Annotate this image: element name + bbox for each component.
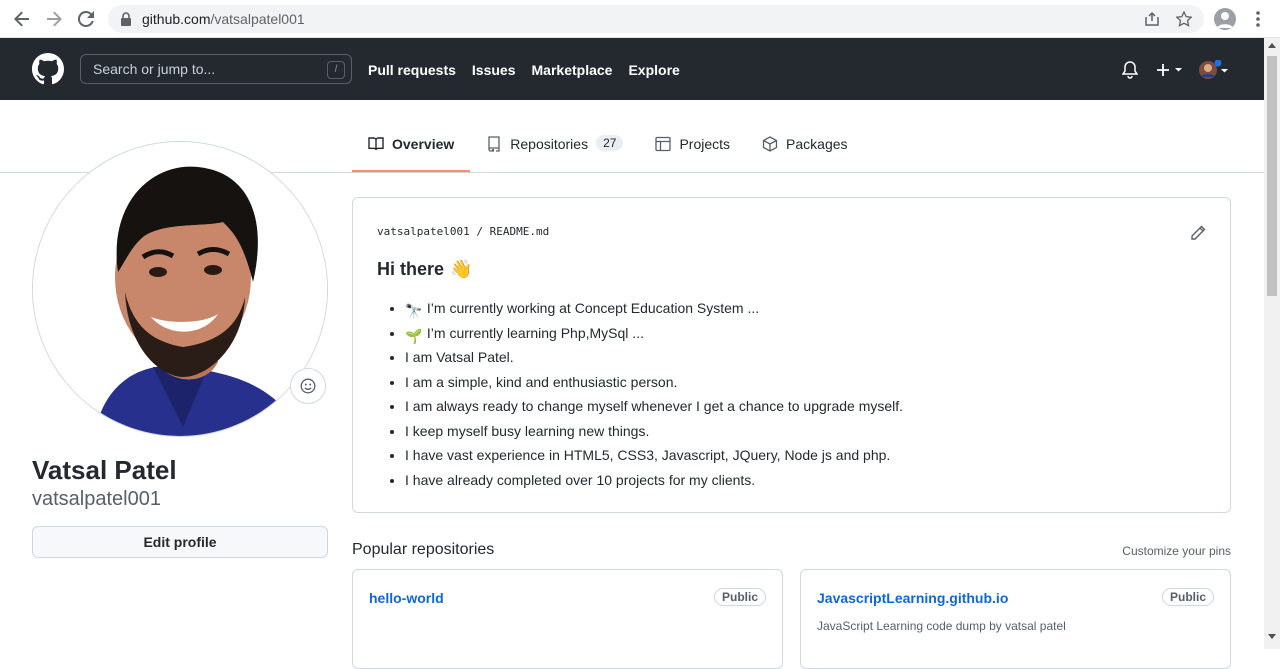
- repo-card: JavascriptLearning.github.io Public Java…: [800, 569, 1231, 669]
- book-icon: [368, 137, 384, 151]
- browser-toolbar: github.com/vatsalpatel001: [0, 0, 1280, 38]
- nav-marketplace[interactable]: Marketplace: [532, 62, 613, 78]
- search-input[interactable]: Search or jump to... /: [80, 54, 352, 84]
- repo-name-link[interactable]: hello-world: [369, 590, 444, 606]
- address-bar[interactable]: github.com/vatsalpatel001: [108, 5, 1204, 33]
- seedling-emoji: 🌱: [405, 327, 423, 344]
- list-item: I am a simple, kind and enthusiastic per…: [405, 371, 903, 396]
- profile-avatar[interactable]: [32, 141, 328, 437]
- share-icon[interactable]: [1144, 11, 1160, 27]
- nav-issues[interactable]: Issues: [472, 62, 516, 78]
- visibility-badge: Public: [713, 588, 766, 606]
- reload-icon: [78, 11, 94, 27]
- list-item: 🌱 I’m currently learning Php,MySql ...: [405, 322, 903, 347]
- list-item-text: I’m currently learning Php,MySql ...: [426, 324, 644, 341]
- profile-username: vatsalpatel001: [32, 488, 161, 510]
- scroll-down-icon[interactable]: [1268, 634, 1276, 640]
- url-host: github.com: [142, 11, 211, 27]
- tab-overview[interactable]: Overview: [352, 124, 471, 172]
- list-item: I am always ready to change myself whene…: [405, 395, 903, 420]
- list-item-text: I am Vatsal Patel.: [405, 349, 514, 365]
- list-item-text: I am always ready to change myself whene…: [405, 398, 904, 414]
- repo-name-link[interactable]: JavascriptLearning.github.io: [817, 590, 1008, 606]
- star-icon[interactable]: [1176, 11, 1192, 27]
- scrollbar-thumb[interactable]: [1267, 56, 1277, 296]
- page-scrollbar[interactable]: [1264, 38, 1280, 649]
- person-icon: [1217, 12, 1233, 28]
- repo-icon: [488, 136, 500, 152]
- back-button[interactable]: [12, 9, 32, 29]
- profile-tabs: Overview Repositories 27 Projects Packag…: [352, 124, 864, 172]
- user-menu[interactable]: [1198, 59, 1228, 80]
- set-status-button[interactable]: [290, 368, 326, 404]
- readme-owner-link[interactable]: vatsalpatel001: [377, 225, 470, 238]
- readme-list: 🔭 I’m currently working at Concept Educa…: [405, 297, 903, 493]
- repo-card: hello-world Public: [352, 569, 783, 669]
- package-icon: [762, 136, 778, 152]
- url-path: /vatsalpatel001: [210, 11, 305, 27]
- avatar-photo: [33, 142, 327, 436]
- tab-overview-label: Overview: [392, 136, 455, 152]
- user-avatar-icon: [1199, 59, 1228, 79]
- list-item-text: I’m currently working at Concept Educati…: [426, 300, 760, 316]
- tab-projects-label: Projects: [679, 136, 731, 152]
- bell-icon[interactable]: [1122, 61, 1138, 79]
- kebab-menu-icon: [1256, 11, 1260, 27]
- repositories-count-badge: 27: [596, 135, 624, 151]
- readme-card: vatsalpatel001 / README.md Hi there 👋 🔭 …: [352, 197, 1231, 513]
- list-item-text: I am a simple, kind and enthusiastic per…: [405, 373, 678, 390]
- nav-pull-requests[interactable]: Pull requests: [368, 62, 456, 78]
- pencil-icon[interactable]: [1190, 225, 1206, 241]
- smiley-icon: [300, 378, 316, 394]
- popular-repositories-title: Popular repositories: [352, 541, 495, 558]
- arrow-left-icon: [14, 11, 29, 27]
- profile-fullname: Vatsal Patel: [32, 455, 177, 485]
- header-nav: Pull requests Issues Marketplace Explore: [368, 62, 680, 78]
- github-header: Search or jump to... / Pull requests Iss…: [0, 38, 1264, 100]
- list-item-text: I keep myself busy learning new things.: [405, 422, 650, 439]
- edit-profile-button[interactable]: Edit profile: [32, 526, 328, 558]
- list-item: I am Vatsal Patel.: [405, 346, 903, 371]
- tab-repositories-label: Repositories: [510, 136, 589, 152]
- project-icon: [655, 136, 672, 152]
- tab-packages-label: Packages: [786, 136, 848, 152]
- customize-pins-link[interactable]: Customize your pins: [1122, 544, 1231, 558]
- browser-profile-avatar[interactable]: [1214, 8, 1236, 30]
- search-shortcut-key: /: [327, 61, 345, 79]
- tab-packages[interactable]: Packages: [746, 124, 863, 172]
- list-item-text: I have already completed over 10 project…: [405, 471, 756, 488]
- readme-path-separator: /: [476, 225, 483, 238]
- list-item-text: I have vast experience in HTML5, CSS3, J…: [405, 447, 891, 463]
- list-item: I have vast experience in HTML5, CSS3, J…: [405, 444, 903, 469]
- readme-file-link[interactable]: README.md: [490, 225, 550, 238]
- github-logo-icon[interactable]: [32, 53, 64, 85]
- lock-icon: [121, 12, 131, 26]
- scroll-up-icon[interactable]: [1268, 42, 1276, 48]
- list-item: I have already completed over 10 project…: [405, 469, 903, 494]
- list-item: 🔭 I’m currently working at Concept Educa…: [405, 297, 903, 322]
- url-text: github.com/vatsalpatel001: [142, 11, 305, 27]
- visibility-badge: Public: [1161, 588, 1214, 606]
- arrow-right-icon: [47, 11, 62, 27]
- forward-button[interactable]: [44, 9, 64, 29]
- list-item: I keep myself busy learning new things.: [405, 420, 903, 445]
- search-placeholder: Search or jump to...: [93, 61, 216, 77]
- repo-description: JavaScript Learning code dump by vatsal …: [817, 619, 1066, 633]
- readme-path: vatsalpatel001 / README.md: [377, 225, 549, 238]
- tab-repositories[interactable]: Repositories 27: [470, 124, 639, 172]
- reload-button[interactable]: [76, 9, 96, 29]
- readme-heading: Hi there 👋: [377, 259, 472, 280]
- plus-dropdown-icon[interactable]: [1156, 63, 1184, 77]
- wave-emoji: 👋: [450, 259, 473, 279]
- tab-projects[interactable]: Projects: [639, 124, 746, 172]
- telescope-emoji: 🔭: [405, 303, 423, 319]
- readme-heading-text: Hi there: [377, 259, 445, 279]
- browser-menu-button[interactable]: [1250, 9, 1266, 29]
- nav-explore[interactable]: Explore: [628, 62, 679, 78]
